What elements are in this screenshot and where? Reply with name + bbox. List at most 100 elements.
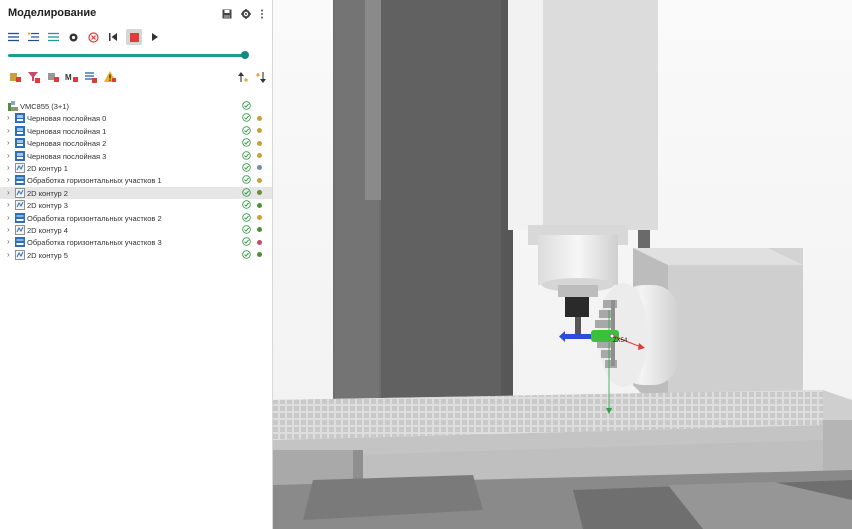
tree-item-label: Обработка горизонтальных участков 2 — [27, 213, 162, 223]
machine-icon — [8, 101, 18, 111]
check-icon[interactable] — [242, 138, 251, 147]
playback-toolbar — [6, 29, 162, 45]
spindle — [538, 235, 618, 285]
check-icon[interactable] — [242, 126, 251, 135]
check-icon[interactable] — [242, 187, 251, 197]
tree-item-operation[interactable]: › Черновая послойная 3 — [0, 150, 272, 162]
chevron-right-icon[interactable]: › — [7, 126, 13, 135]
check-icon[interactable] — [242, 150, 251, 160]
check-icon[interactable] — [242, 200, 251, 209]
tree-item-operation[interactable]: › Обработка горизонтальных участков 1 — [0, 174, 272, 186]
chevron-right-icon[interactable]: › — [7, 225, 13, 234]
tree-item-label: Обработка горизонтальных участков 3 — [27, 238, 162, 248]
operation-horizontal-icon — [15, 237, 25, 248]
tree-root-machine[interactable]: VMC855 (3+1) — [0, 100, 272, 112]
more-vertical-icon[interactable] — [260, 6, 264, 24]
check-icon[interactable] — [242, 249, 251, 259]
tree-item-label: 2D контур 4 — [27, 225, 68, 235]
step-back-icon[interactable] — [106, 30, 120, 44]
check-icon[interactable] — [242, 101, 251, 110]
operation-contour-icon — [15, 163, 25, 173]
tree-item-operation[interactable]: › 2D контур 2 — [0, 186, 272, 200]
status-dot — [257, 215, 262, 221]
status-dot — [257, 115, 262, 121]
save-icon[interactable] — [222, 6, 232, 24]
operation-toolbar: M — [8, 70, 117, 84]
status-dot — [257, 153, 262, 159]
check-icon[interactable] — [242, 225, 251, 234]
chevron-right-icon[interactable]: › — [7, 213, 13, 222]
check-icon[interactable] — [242, 113, 251, 123]
tree-item-operation[interactable]: › 2D контур 1 — [0, 162, 272, 174]
tree-item-label: Черновая послойная 3 — [27, 151, 107, 161]
gear-icon[interactable] — [241, 6, 251, 24]
tool-holder — [565, 297, 589, 317]
tree-item-label: 2D контур 5 — [27, 250, 68, 260]
cancel-icon[interactable] — [86, 30, 100, 44]
operation-contour-icon — [15, 187, 25, 198]
machine-scene — [273, 0, 852, 529]
chevron-right-icon[interactable]: › — [7, 200, 13, 209]
simulation-panel: Моделирование M VMC855 (3+1) › Черновая … — [0, 0, 273, 529]
chevron-right-icon[interactable]: › — [7, 163, 13, 172]
tool-path-icon[interactable] — [46, 70, 60, 84]
operation-roughing-icon — [15, 125, 25, 136]
chevron-right-icon[interactable]: › — [7, 175, 13, 184]
status-dot — [257, 177, 262, 183]
operation-roughing-icon — [15, 138, 25, 149]
sort-down-icon[interactable] — [256, 70, 266, 88]
sort-up-icon[interactable] — [238, 70, 248, 88]
tree-item-label: Черновая послойная 0 — [27, 114, 107, 124]
chevron-right-icon[interactable]: › — [7, 188, 13, 197]
check-icon[interactable] — [242, 237, 251, 247]
chevron-right-icon[interactable]: › — [7, 138, 13, 147]
operation-roughing-icon — [15, 150, 25, 161]
tree-item-operation[interactable]: › 2D контур 5 — [0, 249, 272, 261]
filter-icon[interactable] — [27, 70, 41, 84]
chevron-right-icon[interactable]: › — [7, 151, 13, 160]
operation-contour-icon — [15, 225, 25, 235]
panel-title: Моделирование — [8, 7, 97, 19]
operation-list-icon[interactable] — [84, 70, 98, 84]
tree-item-label: 2D контур 3 — [27, 201, 68, 211]
axis-readout-label: ZX54 — [613, 338, 628, 344]
check-icon[interactable] — [242, 212, 251, 222]
status-dot — [257, 252, 262, 258]
operation-contour-icon — [15, 200, 25, 211]
check-icon[interactable] — [242, 175, 251, 185]
slider-handle[interactable] — [241, 51, 249, 59]
tree-item-label: 2D контур 2 — [27, 188, 68, 198]
warning-icon[interactable] — [103, 70, 117, 84]
tree-item-operation[interactable]: › Черновая послойная 0 — [0, 112, 272, 124]
tree-item-label: Обработка горизонтальных участков 1 — [27, 176, 162, 186]
status-dot — [257, 227, 262, 233]
simulation-progress-slider[interactable] — [8, 54, 246, 57]
machine-view-icon[interactable] — [66, 30, 80, 44]
tree-item-operation[interactable]: › 2D контур 3 — [0, 199, 272, 211]
indent-list-icon[interactable] — [26, 30, 40, 44]
m-code-icon[interactable]: M — [65, 70, 79, 84]
3d-viewport[interactable]: ZX54 — [273, 0, 852, 529]
add-stock-icon[interactable] — [8, 70, 22, 84]
chevron-right-icon[interactable]: › — [7, 113, 13, 122]
check-icon[interactable] — [242, 163, 251, 172]
tree-item-operation[interactable]: › 2D контур 4 — [0, 224, 272, 236]
play-icon[interactable] — [148, 30, 162, 44]
stop-icon — [129, 32, 139, 42]
chevron-right-icon[interactable]: › — [7, 250, 13, 259]
lines-icon[interactable] — [46, 30, 60, 44]
list-view-icon[interactable] — [6, 30, 20, 44]
chevron-right-icon[interactable]: › — [7, 237, 13, 246]
tree-item-operation[interactable]: › Обработка горизонтальных участков 3 — [0, 236, 272, 248]
svg-text:M: M — [65, 73, 72, 82]
tree-item-operation[interactable]: › Черновая послойная 1 — [0, 125, 272, 137]
tree-item-label: 2D контур 1 — [27, 163, 68, 173]
stop-button[interactable] — [126, 29, 142, 45]
operation-horizontal-icon — [15, 212, 25, 223]
sort-icons — [238, 70, 266, 88]
tree-item-operation[interactable]: › Черновая послойная 2 — [0, 137, 272, 149]
operation-tree: VMC855 (3+1) › Черновая послойная 0 › Черно… — [0, 100, 272, 261]
operation-horizontal-icon — [15, 175, 25, 186]
tree-item-label: Черновая послойная 2 — [27, 139, 107, 149]
tree-item-operation[interactable]: › Обработка горизонтальных участков 2 — [0, 212, 272, 224]
